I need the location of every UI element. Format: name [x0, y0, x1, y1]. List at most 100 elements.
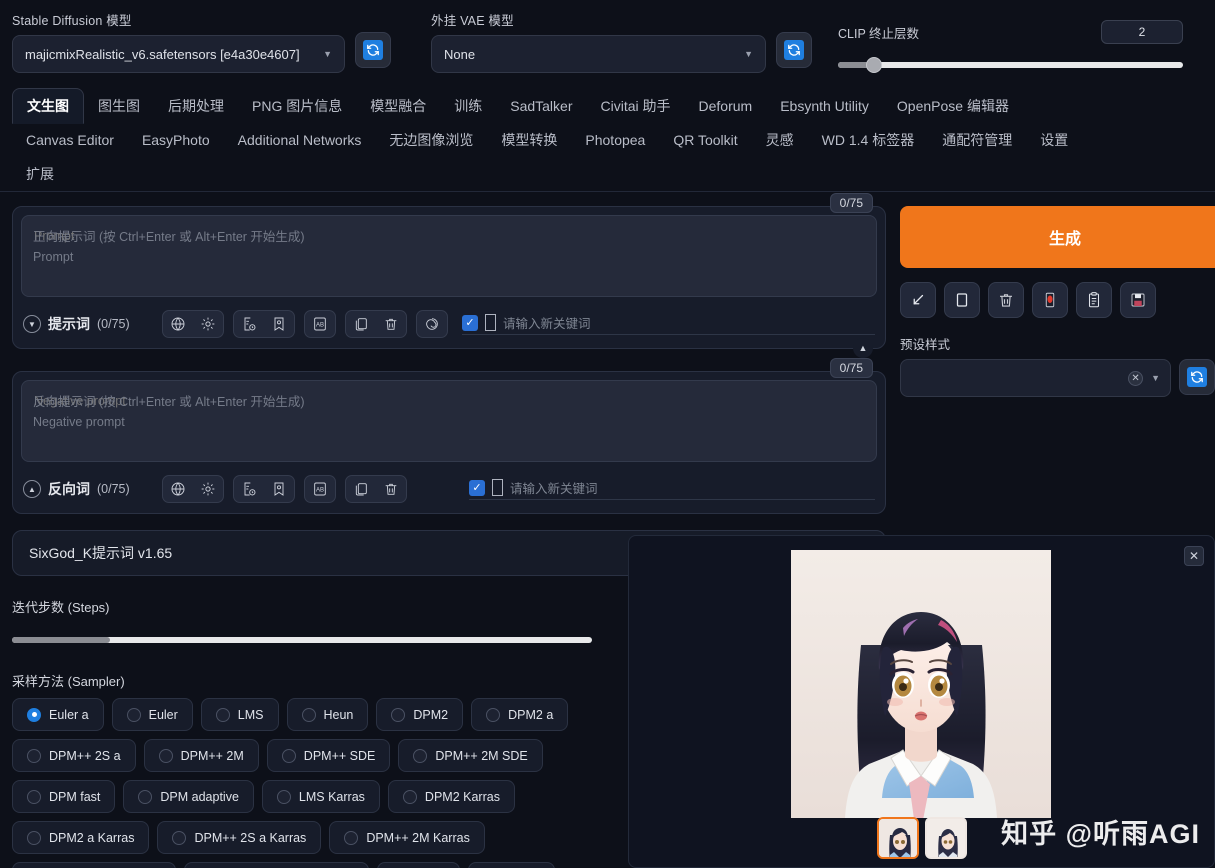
prompt-keyword-input[interactable]: 请输入新关键词 — [503, 313, 875, 332]
tab-additional-networks[interactable]: Additional Networks — [224, 123, 376, 157]
negative-keyword-checkbox[interactable]: ✓ — [469, 479, 485, 496]
chevron-down-icon[interactable]: ▼ — [1151, 373, 1160, 383]
negative-keyword-input[interactable]: 请输入新关键词 — [510, 478, 875, 497]
main-tabs: 文生图 图生图 后期处理 PNG 图片信息 模型融合 训练 SadTalker … — [0, 74, 1215, 192]
sampler-option-plms[interactable]: PLMS — [468, 862, 555, 868]
styles-select[interactable]: ✕ ▼ — [900, 359, 1171, 397]
sampler-option-dpm2-a[interactable]: DPM2 a — [471, 698, 569, 731]
tab-photopea[interactable]: Photopea — [571, 123, 659, 157]
gallery-thumbnail-0[interactable] — [877, 817, 919, 859]
tab-qr-toolkit[interactable]: QR Toolkit — [659, 123, 751, 157]
radio-icon — [138, 789, 153, 804]
sampler-option-euler-a[interactable]: Euler a — [12, 698, 104, 731]
tab-wd14-tagger[interactable]: WD 1.4 标签器 — [808, 123, 929, 157]
negative-prompt-input[interactable] — [21, 380, 877, 462]
sampler-option-dpm2[interactable]: DPM2 — [376, 698, 464, 731]
clear-x-icon[interactable]: ✕ — [1128, 370, 1144, 386]
tab-wenshengtu[interactable]: 文生图 — [12, 88, 84, 124]
negative-keyword-row: ✓ 请输入新关键词 — [469, 478, 875, 500]
tab-deforum[interactable]: Deforum — [685, 89, 767, 123]
steps-slider[interactable] — [12, 631, 592, 649]
tab-model-merge[interactable]: 模型融合 — [356, 89, 440, 123]
refresh-vae-button[interactable] — [776, 32, 812, 68]
refresh-styles-button[interactable] — [1179, 359, 1215, 395]
prompt-collapse-button[interactable]: ▲ — [853, 338, 873, 358]
document-clock-icon[interactable] — [234, 311, 264, 337]
sampler-option-dpmpp-2s-a-karras[interactable]: DPM++ 2S a Karras — [157, 821, 322, 854]
sampler-option-lms-karras[interactable]: LMS Karras — [261, 780, 380, 813]
tab-civitai-helper[interactable]: Civitai 助手 — [587, 89, 685, 123]
model-select[interactable]: majicmixRealistic_v6.safetensors [e4a30e… — [12, 35, 345, 73]
clip-slider-knob[interactable] — [866, 57, 882, 73]
globe-icon[interactable] — [163, 476, 193, 502]
document-clock-icon[interactable] — [234, 476, 264, 502]
sampler-option-dpmpp-2m-karras[interactable]: DPM++ 2M Karras — [329, 821, 485, 854]
tab-ebsynth-utility[interactable]: Ebsynth Utility — [766, 89, 883, 123]
tab-wildcards-manager[interactable]: 通配符管理 — [928, 123, 1026, 157]
sampler-option-lms[interactable]: LMS — [200, 698, 279, 731]
tab-model-converter[interactable]: 模型转换 — [487, 123, 571, 157]
radio-icon — [391, 707, 406, 722]
tab-houqichuli[interactable]: 后期处理 — [154, 89, 238, 123]
tab-infinite-image-browsing[interactable]: 无边图像浏览 — [375, 123, 487, 157]
tab-sadtalker[interactable]: SadTalker — [496, 89, 586, 123]
sampler-option-dpmpp-2m-sde-karras[interactable]: DPM++ 2M SDE Karras — [183, 862, 369, 868]
steps-label: 迭代步数 (Steps) — [12, 600, 110, 615]
sampler-option-dpm-fast[interactable]: DPM fast — [12, 780, 116, 813]
translate-icon[interactable]: AB — [305, 476, 335, 502]
vae-field: 外挂 VAE 模型 None ▼ — [431, 10, 766, 73]
close-icon[interactable]: ✕ — [1184, 546, 1204, 566]
tab-png-info[interactable]: PNG 图片信息 — [238, 89, 356, 123]
sampler-option-dpmpp-sde[interactable]: DPM++ SDE — [266, 739, 391, 772]
trash-icon[interactable] — [988, 282, 1024, 318]
sampler-option-dpmpp-sde-karras[interactable]: DPM++ SDE Karras — [12, 862, 176, 868]
clipboard-icon[interactable] — [1076, 282, 1112, 318]
tab-train[interactable]: 训练 — [440, 89, 496, 123]
clip-value-input[interactable]: 2 — [1101, 20, 1183, 44]
arrow-down-left-icon[interactable] — [900, 282, 936, 318]
red-card-icon[interactable] — [1032, 282, 1068, 318]
prompt-input[interactable] — [21, 215, 877, 297]
tab-settings[interactable]: 设置 — [1026, 123, 1082, 157]
negative-accordion-header[interactable]: ▲ 反向词 (0/75) — [23, 479, 153, 499]
vae-select[interactable]: None ▼ — [431, 35, 766, 73]
copy-icon[interactable] — [346, 476, 376, 502]
gallery-thumbnail-1[interactable] — [925, 817, 967, 859]
sampler-option-dpm2-a-karras[interactable]: DPM2 a Karras — [12, 821, 150, 854]
floppy-save-icon[interactable] — [1120, 282, 1156, 318]
spiral-icon[interactable] — [417, 311, 447, 337]
gear-icon[interactable] — [193, 311, 223, 337]
square-icon[interactable] — [944, 282, 980, 318]
copy-icon[interactable] — [346, 311, 376, 337]
sampler-option-ddim[interactable]: DDIM — [376, 862, 461, 868]
generate-button[interactable]: 生成 — [900, 206, 1215, 268]
clip-slider[interactable] — [838, 56, 1183, 74]
tab-tushengtu[interactable]: 图生图 — [84, 89, 154, 123]
sampler-option-heun[interactable]: Heun — [286, 698, 369, 731]
tab-extensions[interactable]: 扩展 — [12, 157, 68, 191]
trash-icon[interactable] — [376, 476, 406, 502]
sampler-option-euler[interactable]: Euler — [111, 698, 193, 731]
tab-canvas-editor[interactable]: Canvas Editor — [12, 123, 128, 157]
tab-inspiration[interactable]: 灵感 — [752, 123, 808, 157]
prompt-keyword-checkbox[interactable]: ✓ — [462, 314, 478, 331]
sampler-option-dpm2-karras[interactable]: DPM2 Karras — [387, 780, 515, 813]
chevron-up-icon: ▲ — [23, 480, 41, 498]
refresh-model-button[interactable] — [355, 32, 391, 68]
sampler-option-dpm-adaptive[interactable]: DPM adaptive — [123, 780, 254, 813]
sampler-option-dpmpp-2m-sde[interactable]: DPM++ 2M SDE — [398, 739, 543, 772]
globe-icon[interactable] — [163, 311, 193, 337]
sampler-option-dpmpp-2m[interactable]: DPM++ 2M — [143, 739, 259, 772]
radio-icon — [486, 707, 501, 722]
tab-easyphoto[interactable]: EasyPhoto — [128, 123, 224, 157]
bookmark-star-icon[interactable] — [264, 476, 294, 502]
trash-icon[interactable] — [376, 311, 406, 337]
generated-image[interactable] — [791, 550, 1051, 818]
sampler-option-dpmpp-2s-a[interactable]: DPM++ 2S a — [12, 739, 136, 772]
tab-openpose-editor[interactable]: OpenPose 编辑器 — [883, 89, 1023, 123]
bookmark-star-icon[interactable] — [264, 311, 294, 337]
chevron-down-icon: ▼ — [23, 315, 41, 333]
gear-icon[interactable] — [193, 476, 223, 502]
translate-icon[interactable]: AB — [305, 311, 335, 337]
prompt-accordion-header[interactable]: ▼ 提示词 (0/75) — [23, 314, 153, 334]
